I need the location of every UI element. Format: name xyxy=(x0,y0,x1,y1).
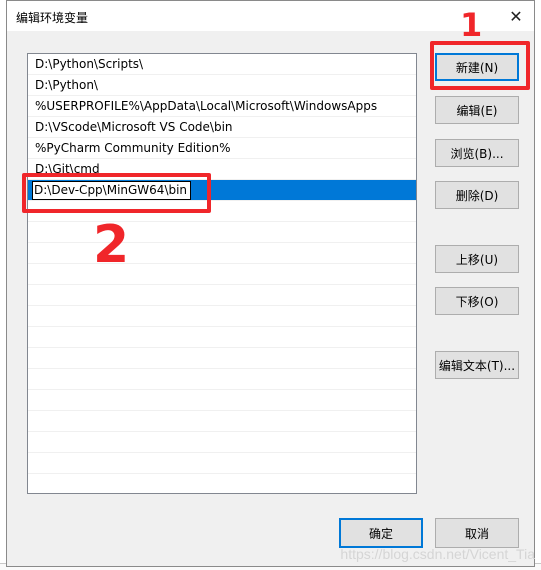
path-list[interactable]: D:\Python\Scripts\ D:\Python\ %USERPROFI… xyxy=(27,53,417,494)
empty-row[interactable] xyxy=(28,390,416,411)
list-item[interactable]: %PyCharm Community Edition% xyxy=(28,138,416,159)
annotation-box-new-button xyxy=(430,41,530,90)
list-item[interactable]: %USERPROFILE%\AppData\Local\Microsoft\Wi… xyxy=(28,96,416,117)
list-item[interactable]: D:\VScode\Microsoft VS Code\bin xyxy=(28,117,416,138)
empty-row[interactable] xyxy=(28,222,416,243)
cancel-button[interactable]: 取消 xyxy=(435,518,519,548)
browse-button[interactable]: 浏览(B)... xyxy=(435,139,519,167)
ok-button[interactable]: 确定 xyxy=(339,518,423,548)
edit-text-button[interactable]: 编辑文本(T)... xyxy=(435,351,519,379)
empty-row[interactable] xyxy=(28,411,416,432)
close-icon[interactable]: ✕ xyxy=(504,4,528,28)
empty-row[interactable] xyxy=(28,285,416,306)
empty-row[interactable] xyxy=(28,453,416,474)
move-up-button[interactable]: 上移(U) xyxy=(435,245,519,273)
annotation-number-2: 2 xyxy=(93,215,130,275)
annotation-number-1: 1 xyxy=(460,6,483,44)
empty-row[interactable] xyxy=(28,306,416,327)
dialog-title: 编辑环境变量 xyxy=(16,11,89,25)
list-item[interactable]: D:\Python\ xyxy=(28,75,416,96)
empty-row[interactable] xyxy=(28,327,416,348)
empty-row[interactable] xyxy=(28,264,416,285)
move-down-button[interactable]: 下移(O) xyxy=(435,287,519,315)
empty-row[interactable] xyxy=(28,369,416,390)
title-bar: 编辑环境变量 ✕ xyxy=(7,1,534,31)
empty-row[interactable] xyxy=(28,432,416,453)
empty-row[interactable] xyxy=(28,348,416,369)
edit-button[interactable]: 编辑(E) xyxy=(435,96,519,124)
annotation-box-new-entry xyxy=(22,173,211,213)
list-item[interactable]: D:\Python\Scripts\ xyxy=(28,54,416,75)
empty-row[interactable] xyxy=(28,474,416,493)
watermark: https://blog.csdn.net/Vicent_Tia xyxy=(340,546,535,562)
delete-button[interactable]: 删除(D) xyxy=(435,181,519,209)
empty-row[interactable] xyxy=(28,243,416,264)
